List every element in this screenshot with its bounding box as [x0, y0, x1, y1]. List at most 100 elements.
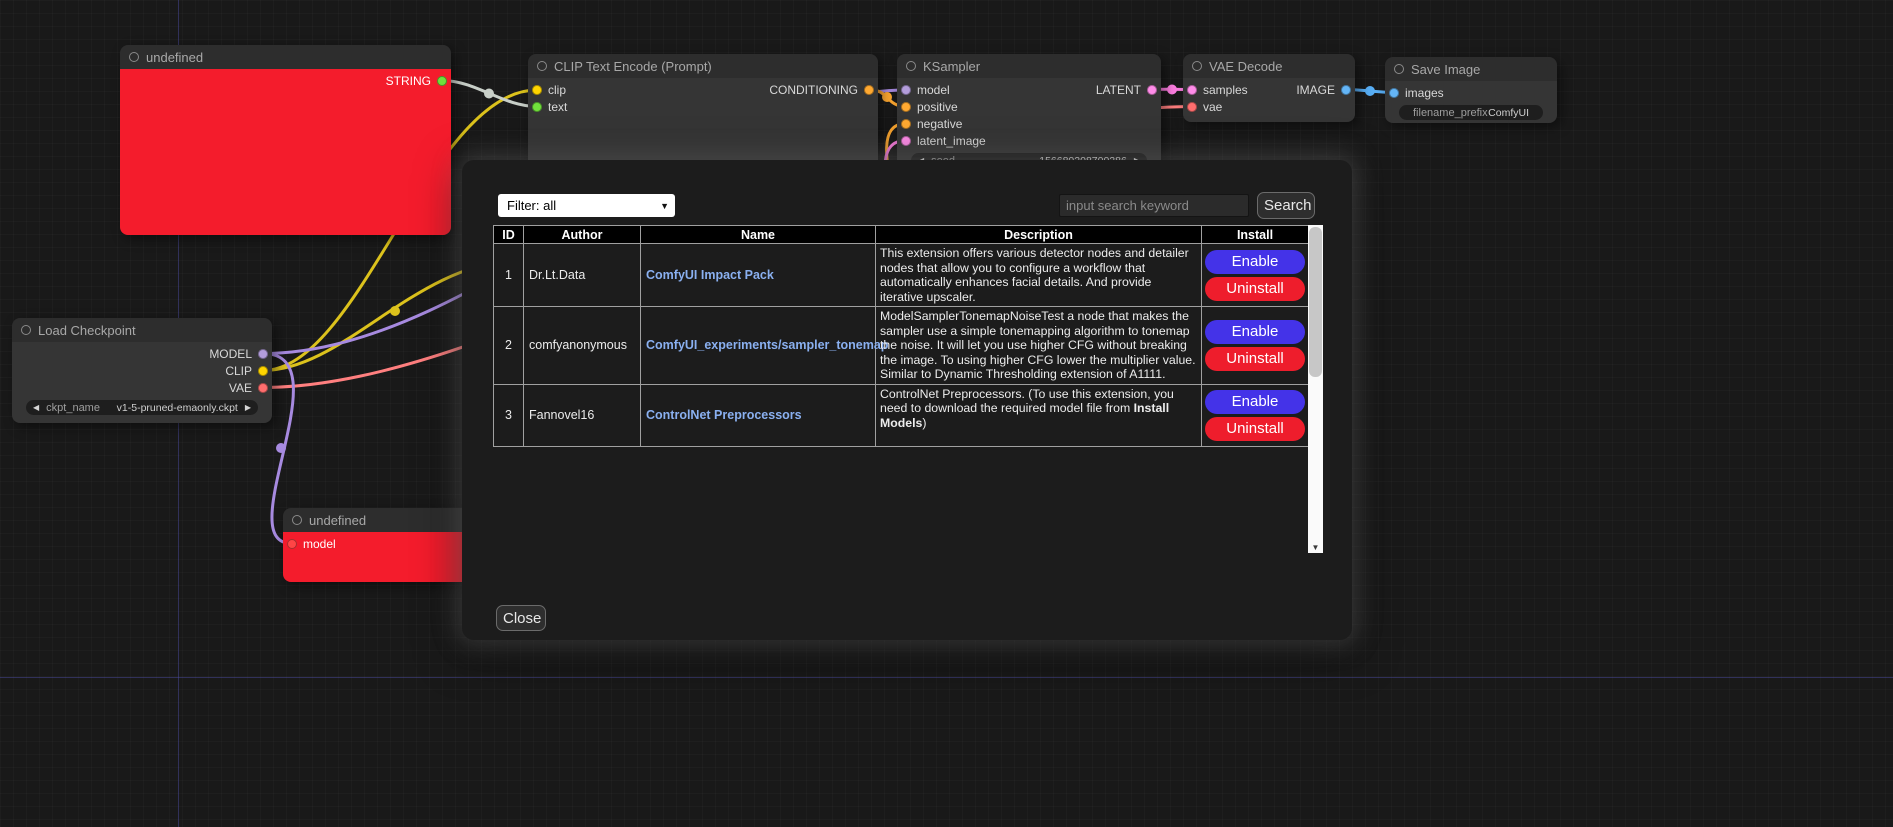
cell-description: ModelSamplerTonemapNoiseTest a node that… [876, 307, 1202, 385]
slot-label: latent_image [917, 134, 986, 148]
table-header-row: IDAuthorNameDescriptionInstall [494, 226, 1309, 244]
slot-label: negative [917, 117, 962, 131]
caret-down-icon: ▼ [660, 201, 669, 211]
filter-dropdown[interactable]: Filter: all ▼ [498, 194, 675, 217]
slot-clip: clip [528, 81, 567, 98]
filter-dropdown-label: Filter: all [507, 198, 556, 213]
STRING-slot-dot-icon[interactable] [437, 76, 447, 86]
extension-row: 3Fannovel16 ControlNet Preprocessors Contr… [494, 384, 1309, 446]
extension-link[interactable]: ControlNet Preprocessors [646, 408, 802, 422]
close-button[interactable]: Close [496, 605, 546, 631]
enable-button[interactable]: Enable [1205, 320, 1305, 344]
node-undefined-top[interactable]: undefined STRING [120, 45, 451, 235]
positive-slot-dot-icon[interactable] [901, 102, 911, 112]
node-header[interactable]: VAE Decode [1183, 54, 1355, 78]
slot-model: model [897, 81, 986, 98]
collapse-dot-icon[interactable] [1394, 64, 1404, 74]
cell-description: ControlNet Preprocessors. (To use this e… [876, 384, 1202, 446]
slot-label: IMAGE [1296, 83, 1335, 97]
samples-slot-dot-icon[interactable] [1187, 85, 1197, 95]
slot-latent_image: latent_image [897, 132, 986, 149]
text-slot-dot-icon[interactable] [532, 102, 542, 112]
VAE-slot-dot-icon[interactable] [258, 383, 268, 393]
widget-name: filename_prefix [1413, 107, 1488, 119]
widget-value: v1-5-pruned-emaonly.ckpt [117, 402, 238, 414]
cell-name: ComfyUI_experiments/sampler_tonemap [641, 307, 876, 385]
node-vae-decode[interactable]: VAE Decode samplesvae IMAGE [1183, 54, 1355, 122]
node-save-image[interactable]: Save Image images filename_prefixComfyUI [1385, 57, 1557, 123]
model-slot-dot-icon[interactable] [287, 539, 297, 549]
collapse-dot-icon[interactable] [1192, 61, 1202, 71]
cell-id: 3 [494, 384, 524, 446]
extension-link[interactable]: ComfyUI Impact Pack [646, 268, 774, 282]
clip-slot-dot-icon[interactable] [532, 85, 542, 95]
enable-button[interactable]: Enable [1205, 390, 1305, 414]
node-header[interactable]: Save Image [1385, 57, 1557, 81]
node-header[interactable]: KSampler [897, 54, 1161, 78]
widget-ckpt_name[interactable]: ◀ckpt_namev1-5-pruned-emaonly.ckpt▶ [26, 400, 258, 415]
collapse-dot-icon[interactable] [537, 61, 547, 71]
extension-manager-dialog: Filter: all ▼ Search IDAuthorNameDescrip… [462, 160, 1352, 640]
LATENT-slot-dot-icon[interactable] [1147, 85, 1157, 95]
node-title: undefined [146, 50, 203, 65]
MODEL-slot-dot-icon[interactable] [258, 349, 268, 359]
extension-link[interactable]: ComfyUI_experiments/sampler_tonemap [646, 338, 888, 352]
slot-label: LATENT [1096, 83, 1141, 97]
node-title: CLIP Text Encode (Prompt) [554, 59, 712, 74]
vae-slot-dot-icon[interactable] [1187, 102, 1197, 112]
scrollbar-thumb[interactable] [1309, 227, 1322, 377]
slot-VAE: VAE [209, 379, 272, 396]
slot-label: CONDITIONING [769, 83, 858, 97]
CLIP-slot-dot-icon[interactable] [258, 366, 268, 376]
slot-label: positive [917, 100, 958, 114]
canvas-axis-horizontal [0, 677, 1893, 678]
node-load-checkpoint[interactable]: Load Checkpoint MODELCLIPVAE ◀ckpt_namev… [12, 318, 272, 423]
slot-text: text [528, 98, 567, 115]
collapse-dot-icon[interactable] [906, 61, 916, 71]
widget-decrement-icon[interactable]: ◀ [33, 403, 39, 412]
extensions-table: IDAuthorNameDescriptionInstall 1Dr.Lt.Da… [493, 225, 1309, 447]
cell-author: Dr.Lt.Data [524, 244, 641, 307]
collapse-dot-icon[interactable] [129, 52, 139, 62]
negative-slot-dot-icon[interactable] [901, 119, 911, 129]
table-scrollbar: ▼ [1308, 225, 1323, 553]
model-slot-dot-icon[interactable] [901, 85, 911, 95]
node-header[interactable]: undefined [120, 45, 451, 69]
slot-MODEL: MODEL [209, 345, 272, 362]
CONDITIONING-slot-dot-icon[interactable] [864, 85, 874, 95]
slot-vae: vae [1183, 98, 1248, 115]
uninstall-button[interactable]: Uninstall [1205, 347, 1305, 371]
scrollbar-down-arrow-icon[interactable]: ▼ [1308, 543, 1323, 552]
cell-author: comfyanonymous [524, 307, 641, 385]
uninstall-button[interactable]: Uninstall [1205, 277, 1305, 301]
node-title: KSampler [923, 59, 980, 74]
slot-model: model [283, 535, 336, 552]
slot-label: clip [548, 83, 566, 97]
widget-increment-icon[interactable]: ▶ [245, 403, 251, 412]
uninstall-button[interactable]: Uninstall [1205, 417, 1305, 441]
wire-string-to-text [442, 81, 537, 107]
slot-images: images [1385, 84, 1444, 101]
cell-install: Enable Uninstall [1202, 307, 1309, 385]
extensions-table-wrap: IDAuthorNameDescriptionInstall 1Dr.Lt.Da… [493, 225, 1308, 447]
cell-author: Fannovel16 [524, 384, 641, 446]
latent_image-slot-dot-icon[interactable] [901, 136, 911, 146]
search-input[interactable] [1059, 194, 1249, 217]
collapse-dot-icon[interactable] [292, 515, 302, 525]
images-slot-dot-icon[interactable] [1389, 88, 1399, 98]
slot-label: STRING [386, 74, 431, 88]
slot-label: images [1405, 86, 1444, 100]
IMAGE-slot-dot-icon[interactable] [1341, 85, 1351, 95]
search-button[interactable]: Search [1257, 192, 1315, 219]
node-header[interactable]: CLIP Text Encode (Prompt) [528, 54, 878, 78]
node-title: VAE Decode [1209, 59, 1282, 74]
node-title: Load Checkpoint [38, 323, 136, 338]
widget-filename_prefix[interactable]: filename_prefixComfyUI [1399, 105, 1543, 120]
node-header[interactable]: Load Checkpoint [12, 318, 272, 342]
slot-STRING: STRING [386, 72, 451, 89]
collapse-dot-icon[interactable] [21, 325, 31, 335]
cell-name: ComfyUI Impact Pack [641, 244, 876, 307]
slot-CONDITIONING: CONDITIONING [769, 81, 878, 98]
extension-row: 1Dr.Lt.DataComfyUI Impact PackThis exten… [494, 244, 1309, 307]
enable-button[interactable]: Enable [1205, 250, 1305, 274]
